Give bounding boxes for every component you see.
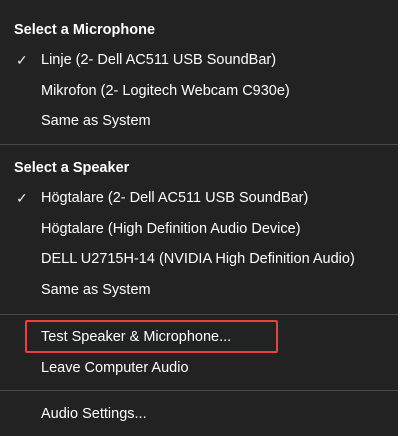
microphone-item-label: Same as System <box>41 113 151 129</box>
microphone-section-title: Select a Microphone <box>14 22 156 38</box>
speaker-item-dell-soundbar[interactable]: ✓ Högtalare (2- Dell AC511 USB SoundBar) <box>0 184 398 212</box>
speaker-item-dell-monitor[interactable]: DELL U2715H-14 (NVIDIA High Definition A… <box>0 245 398 273</box>
microphone-item-label: Mikrofon (2- Logitech Webcam C930e) <box>41 83 290 99</box>
leave-computer-audio-item[interactable]: Leave Computer Audio <box>0 354 398 382</box>
divider <box>0 144 398 145</box>
speaker-item-label: Same as System <box>41 282 151 298</box>
speaker-item-label: DELL U2715H-14 (NVIDIA High Definition A… <box>41 251 355 267</box>
speaker-item-label: Högtalare (2- Dell AC511 USB SoundBar) <box>41 190 309 206</box>
highlight-annotation <box>25 320 278 353</box>
checkmark-icon: ✓ <box>16 190 28 206</box>
checkmark-icon: ✓ <box>16 52 28 68</box>
speaker-item-hd-audio[interactable]: Högtalare (High Definition Audio Device) <box>0 215 398 243</box>
microphone-item-label: Linje (2- Dell AC511 USB SoundBar) <box>41 52 277 68</box>
divider <box>0 390 398 391</box>
speaker-section-title: Select a Speaker <box>14 160 130 176</box>
microphone-item-linje[interactable]: ✓ Linje (2- Dell AC511 USB SoundBar) <box>0 46 398 74</box>
audio-settings-label: Audio Settings... <box>41 406 147 422</box>
speaker-item-same-as-system[interactable]: Same as System <box>0 276 398 304</box>
audio-settings-item[interactable]: Audio Settings... <box>0 400 398 428</box>
divider <box>0 314 398 315</box>
audio-menu: Select a Microphone ✓ Linje (2- Dell AC5… <box>0 0 398 436</box>
speaker-item-label: Högtalare (High Definition Audio Device) <box>41 221 301 237</box>
microphone-item-mikrofon[interactable]: Mikrofon (2- Logitech Webcam C930e) <box>0 77 398 105</box>
leave-computer-audio-label: Leave Computer Audio <box>41 360 189 376</box>
microphone-item-same-as-system[interactable]: Same as System <box>0 107 398 135</box>
